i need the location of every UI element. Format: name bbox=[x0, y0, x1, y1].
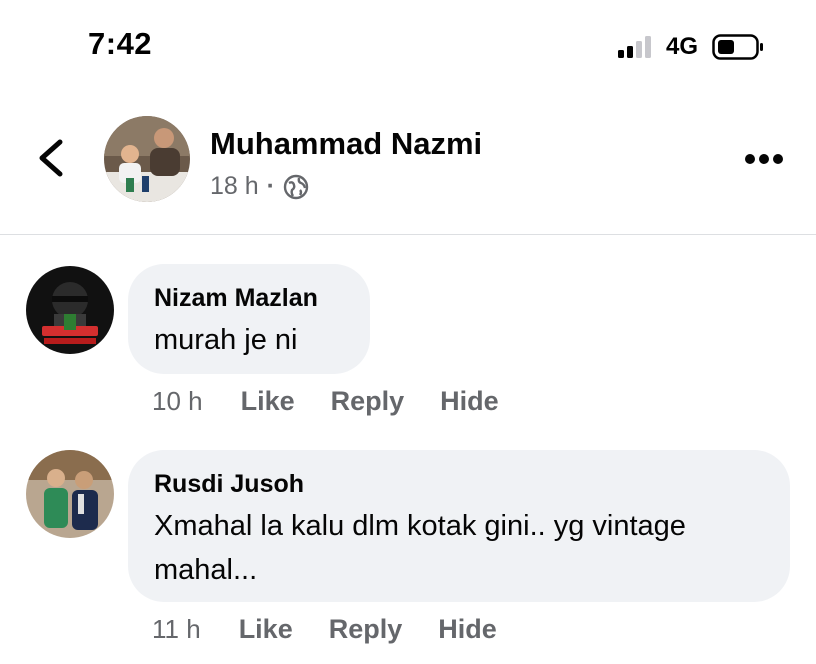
signal-icon bbox=[618, 36, 651, 58]
like-button[interactable]: Like bbox=[241, 386, 295, 417]
commenter-avatar-image bbox=[26, 450, 114, 538]
comment-bubble: Rusdi Jusoh Xmahal la kalu dlm kotak gin… bbox=[128, 450, 790, 602]
like-button[interactable]: Like bbox=[239, 614, 293, 645]
post-header: Muhammad Nazmi 18 h · bbox=[0, 100, 816, 235]
comment-time[interactable]: 10 h bbox=[152, 386, 203, 417]
hide-button[interactable]: Hide bbox=[438, 614, 497, 645]
status-time: 7:42 bbox=[88, 26, 153, 61]
globe-icon bbox=[283, 174, 309, 199]
commenter-name[interactable]: Rusdi Jusoh bbox=[154, 468, 764, 500]
post-age[interactable]: 18 h bbox=[210, 172, 259, 201]
commenter-avatar[interactable] bbox=[26, 266, 114, 354]
comment-bubble: Nizam Mazlan murah je ni bbox=[128, 264, 370, 374]
reply-button[interactable]: Reply bbox=[331, 386, 405, 417]
comment-time[interactable]: 11 h bbox=[152, 614, 201, 645]
post-meta: 18 h · bbox=[210, 172, 309, 201]
meta-separator: · bbox=[266, 172, 275, 200]
hide-button[interactable]: Hide bbox=[440, 386, 499, 417]
commenter-name[interactable]: Nizam Mazlan bbox=[154, 282, 344, 314]
comment-actions: 10 h Like Reply Hide bbox=[152, 386, 535, 417]
comment-actions: 11 h Like Reply Hide bbox=[152, 614, 533, 645]
author-avatar[interactable] bbox=[104, 116, 190, 202]
more-options-icon[interactable] bbox=[744, 152, 784, 166]
status-bar: 7:42 4G bbox=[0, 0, 816, 90]
comment-text: murah je ni bbox=[154, 324, 298, 356]
network-label: 4G bbox=[666, 33, 699, 60]
back-arrow-icon[interactable] bbox=[34, 136, 68, 180]
commenter-avatar-image bbox=[26, 266, 114, 354]
battery-icon bbox=[712, 34, 763, 60]
commenter-avatar[interactable] bbox=[26, 450, 114, 538]
post-author-name[interactable]: Muhammad Nazmi bbox=[210, 126, 482, 162]
reply-button[interactable]: Reply bbox=[329, 614, 403, 645]
comment-text: Xmahal la kalu dlm kotak gini.. yg vinta… bbox=[154, 510, 686, 586]
author-avatar-image bbox=[104, 116, 190, 202]
